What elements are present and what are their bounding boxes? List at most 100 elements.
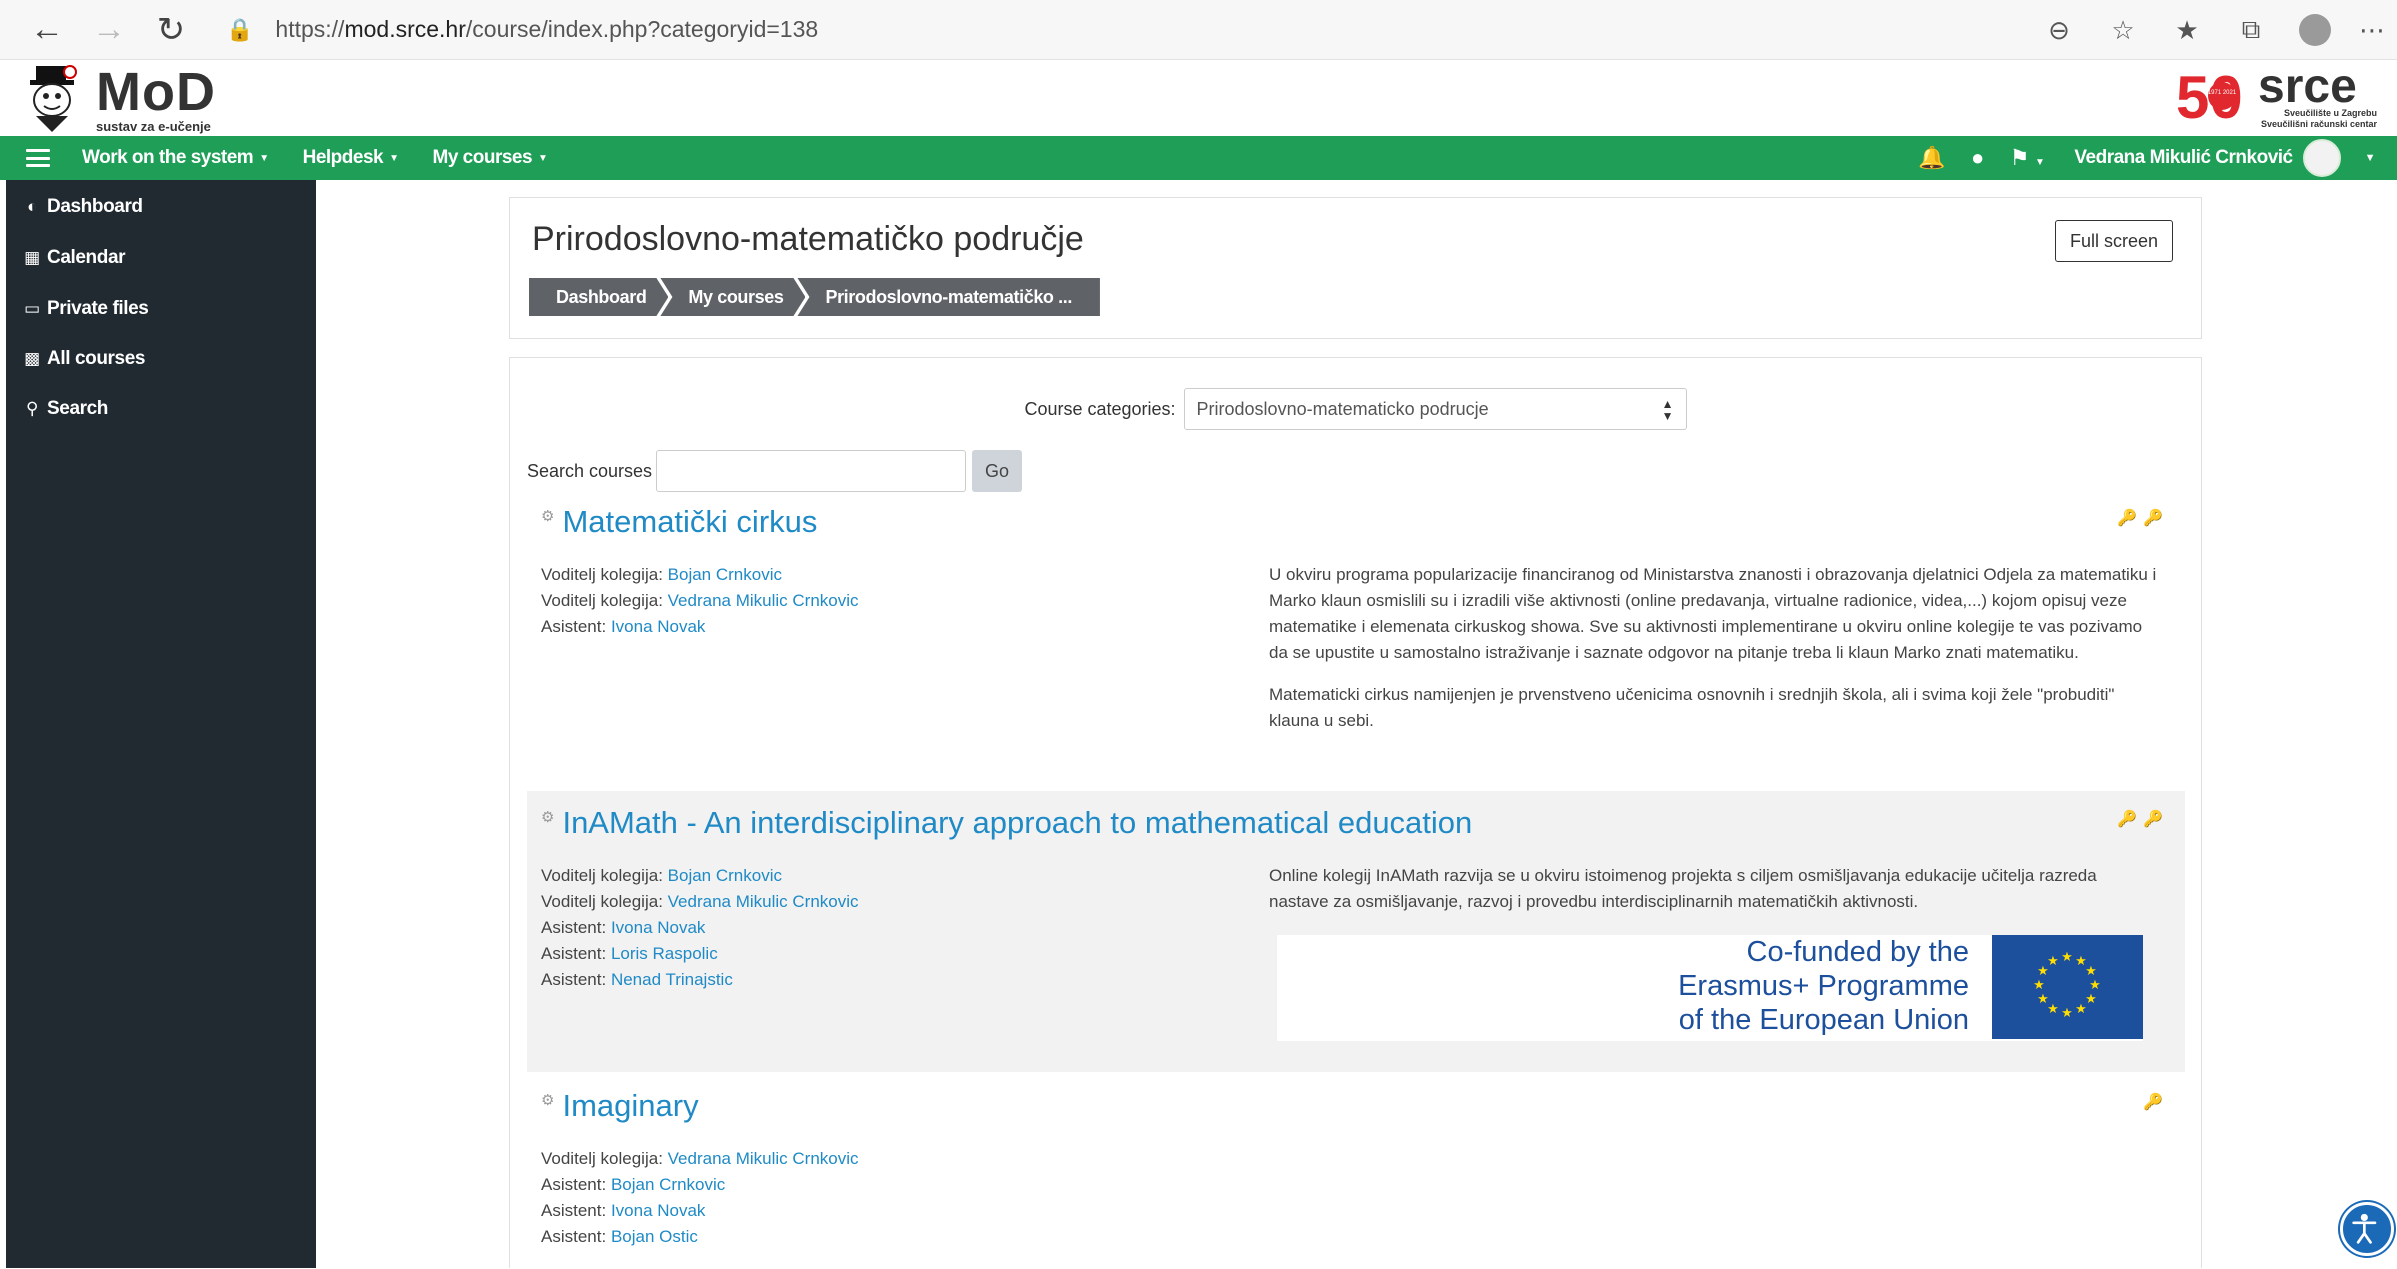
user-menu-caret-icon[interactable]: ▼	[2365, 152, 2376, 164]
menu-toggle-icon[interactable]	[26, 149, 50, 167]
course-item: ⚙ InAMath - An interdisciplinary approac…	[527, 791, 2185, 1072]
address-bar[interactable]: 🔒 https://mod.srce.hr/course/index.php?c…	[226, 8, 818, 52]
course-title[interactable]: ⚙ Imaginary	[541, 1088, 699, 1124]
teacher-link[interactable]: Nenad Trinajstic	[611, 970, 733, 989]
course-icon: ⚙	[541, 1092, 555, 1109]
favorite-add-icon[interactable]: ☆	[2091, 0, 2155, 60]
enrolment-key-icons: 🔑	[2143, 1094, 2169, 1111]
caret-down-icon: ▼	[538, 152, 548, 164]
flag-icon[interactable]: ⚑ ▼	[2010, 145, 2045, 171]
partner-logo-years: 1971 2021	[2208, 90, 2237, 96]
svg-text:★: ★	[2085, 964, 2097, 979]
course-item: ⚙ Imaginary 🔑 Voditelj kolegija: Vedrana…	[527, 1074, 2185, 1269]
category-selector-row: Course categories: Prirodoslovno-matemat…	[510, 388, 2201, 430]
forward-icon[interactable]: →	[84, 5, 134, 55]
sidebar-item-private-files[interactable]: ▭ Private files	[21, 298, 149, 320]
srce-logo[interactable]: 50 1971 2021 srce Sveučilište u Zagrebu …	[2174, 62, 2379, 134]
teacher-link[interactable]: Bojan Crnkovic	[611, 1175, 725, 1194]
page-title: Prirodoslovno-matematičko područje	[532, 220, 1084, 258]
collections-icon[interactable]: ⧉	[2219, 0, 2283, 60]
page-header: Prirodoslovno-matematičko područje Full …	[509, 197, 2202, 339]
logo-title: MoD	[96, 62, 216, 122]
mascot-icon	[30, 65, 77, 132]
caret-down-icon: ▼	[259, 152, 269, 164]
url-path: /course/index.php?categoryid=138	[465, 16, 819, 42]
course-search-row: Search courses Go	[527, 450, 1023, 492]
accessibility-icon[interactable]	[2340, 1202, 2394, 1256]
svg-text:★: ★	[2085, 992, 2097, 1007]
enrolment-key-icons: 🔑🔑	[2117, 510, 2169, 527]
course-title[interactable]: ⚙ InAMath - An interdisciplinary approac…	[541, 805, 1472, 841]
category-select[interactable]: Prirodoslovno-matematicko podrucje ▲ ▼	[1183, 388, 1687, 430]
teacher-link[interactable]: Vedrana Mikulic Crnkovic	[668, 1149, 859, 1168]
dashboard-icon: ◐	[27, 197, 37, 216]
breadcrumb-my-courses[interactable]: My courses	[660, 278, 805, 316]
course-teachers: Voditelj kolegija: Vedrana Mikulic Crnko…	[541, 1149, 859, 1246]
profile-icon[interactable]	[2283, 0, 2347, 60]
user-name[interactable]: Vedrana Mikulić Crnković	[2074, 147, 2293, 169]
svg-text:★: ★	[2047, 1002, 2059, 1017]
teacher-link[interactable]: Bojan Crnkovic	[668, 565, 782, 584]
reload-icon[interactable]: ↻	[146, 5, 196, 55]
site-header: MoD sustav za e-učenje 50 1971 2021 srce…	[0, 60, 2397, 136]
category-label: Course categories:	[1024, 398, 1176, 419]
teacher-link[interactable]: Vedrana Mikulic Crnkovic	[668, 591, 859, 610]
url-scheme: https://	[275, 16, 345, 42]
enrolment-key-icons: 🔑🔑	[2117, 811, 2169, 828]
nav-helpdesk[interactable]: Helpdesk ▼	[303, 147, 399, 169]
svg-text:★: ★	[2037, 992, 2049, 1007]
sidebar: ◐ Dashboard ▦ Calendar ▭ Private files ▩ All…	[6, 180, 316, 1268]
breadcrumb-dashboard[interactable]: Dashboard	[529, 278, 668, 316]
course-item: ⚙ Matematički cirkus 🔑🔑 Voditelj kolegij…	[527, 490, 2185, 780]
teacher-link[interactable]: Ivona Novak	[611, 918, 706, 937]
svg-text:★: ★	[2061, 950, 2073, 965]
browser-toolbar: ← → ↻ 🔒 https://mod.srce.hr/course/index…	[0, 0, 2397, 60]
breadcrumb-category[interactable]: Prirodoslovno-matematičko ...	[797, 278, 1100, 316]
go-button[interactable]: Go	[972, 450, 1023, 492]
nav-my-courses[interactable]: My courses ▼	[433, 147, 548, 169]
svg-text:★: ★	[2033, 978, 2045, 993]
zoom-out-icon[interactable]: ⊖	[2027, 0, 2091, 60]
svg-text:★: ★	[2075, 1002, 2087, 1017]
mod-logo[interactable]: MoD sustav za e-učenje	[22, 64, 216, 134]
partner-logo-line2: Sveučilišni računski centar	[2261, 119, 2378, 129]
teacher-link[interactable]: Ivona Novak	[611, 1201, 706, 1220]
courses-icon: ▩	[24, 349, 40, 368]
caret-down-icon: ▼	[389, 152, 399, 164]
calendar-icon: ▦	[24, 248, 40, 267]
select-arrows-icon: ▲ ▼	[1661, 397, 1674, 423]
back-icon[interactable]: ←	[22, 5, 72, 55]
svg-text:★: ★	[2061, 1006, 2073, 1021]
teacher-link[interactable]: Vedrana Mikulic Crnkovic	[668, 892, 859, 911]
breadcrumb: Dashboard My courses Prirodoslovno-matem…	[529, 278, 1100, 316]
course-category-content: Course categories: Prirodoslovno-matemat…	[509, 357, 2202, 1268]
sidebar-item-search[interactable]: ⚲ Search	[21, 398, 108, 420]
svg-text:★: ★	[2089, 978, 2101, 993]
sidebar-item-calendar[interactable]: ▦ Calendar	[21, 247, 125, 269]
sidebar-item-dashboard[interactable]: ◐ Dashboard	[21, 196, 143, 218]
files-icon: ▭	[24, 299, 40, 318]
course-search-input[interactable]	[656, 450, 967, 492]
user-avatar[interactable]	[2302, 139, 2341, 177]
teacher-link[interactable]: Bojan Ostic	[611, 1227, 698, 1246]
erasmus-banner-text: Co-funded by the Erasmus+ Programme of t…	[1678, 936, 1969, 1036]
teacher-link[interactable]: Bojan Crnkovic	[668, 866, 782, 885]
search-icon: ⚲	[25, 399, 39, 418]
chat-icon[interactable]: ●	[1971, 145, 1984, 171]
course-title[interactable]: ⚙ Matematički cirkus	[541, 504, 817, 540]
erasmus-banner: Co-funded by the Erasmus+ Programme of t…	[1277, 935, 2143, 1041]
main-navbar: Work on the system ▼ Helpdesk ▼ My courses…	[0, 136, 2397, 180]
teacher-link[interactable]: Ivona Novak	[611, 617, 706, 636]
nav-work-on-system[interactable]: Work on the system ▼	[82, 147, 269, 169]
eu-flag-icon: ★ ★ ★ ★ ★ ★ ★ ★ ★ ★ ★ ★	[1992, 935, 2143, 1039]
teacher-link[interactable]: Loris Raspolic	[611, 944, 718, 963]
course-teachers: Voditelj kolegija: Bojan Crnkovic Vodite…	[541, 565, 859, 636]
fullscreen-button[interactable]: Full screen	[2054, 220, 2173, 262]
lock-icon: 🔒	[226, 16, 254, 42]
more-icon[interactable]: ⋯	[2347, 0, 2397, 60]
favorites-icon[interactable]: ★	[2155, 0, 2219, 60]
bell-icon[interactable]: 🔔	[1918, 145, 1945, 171]
url-host: mod.srce.hr	[344, 16, 466, 42]
sidebar-item-all-courses[interactable]: ▩ All courses	[21, 348, 145, 370]
course-icon: ⚙	[541, 508, 555, 525]
